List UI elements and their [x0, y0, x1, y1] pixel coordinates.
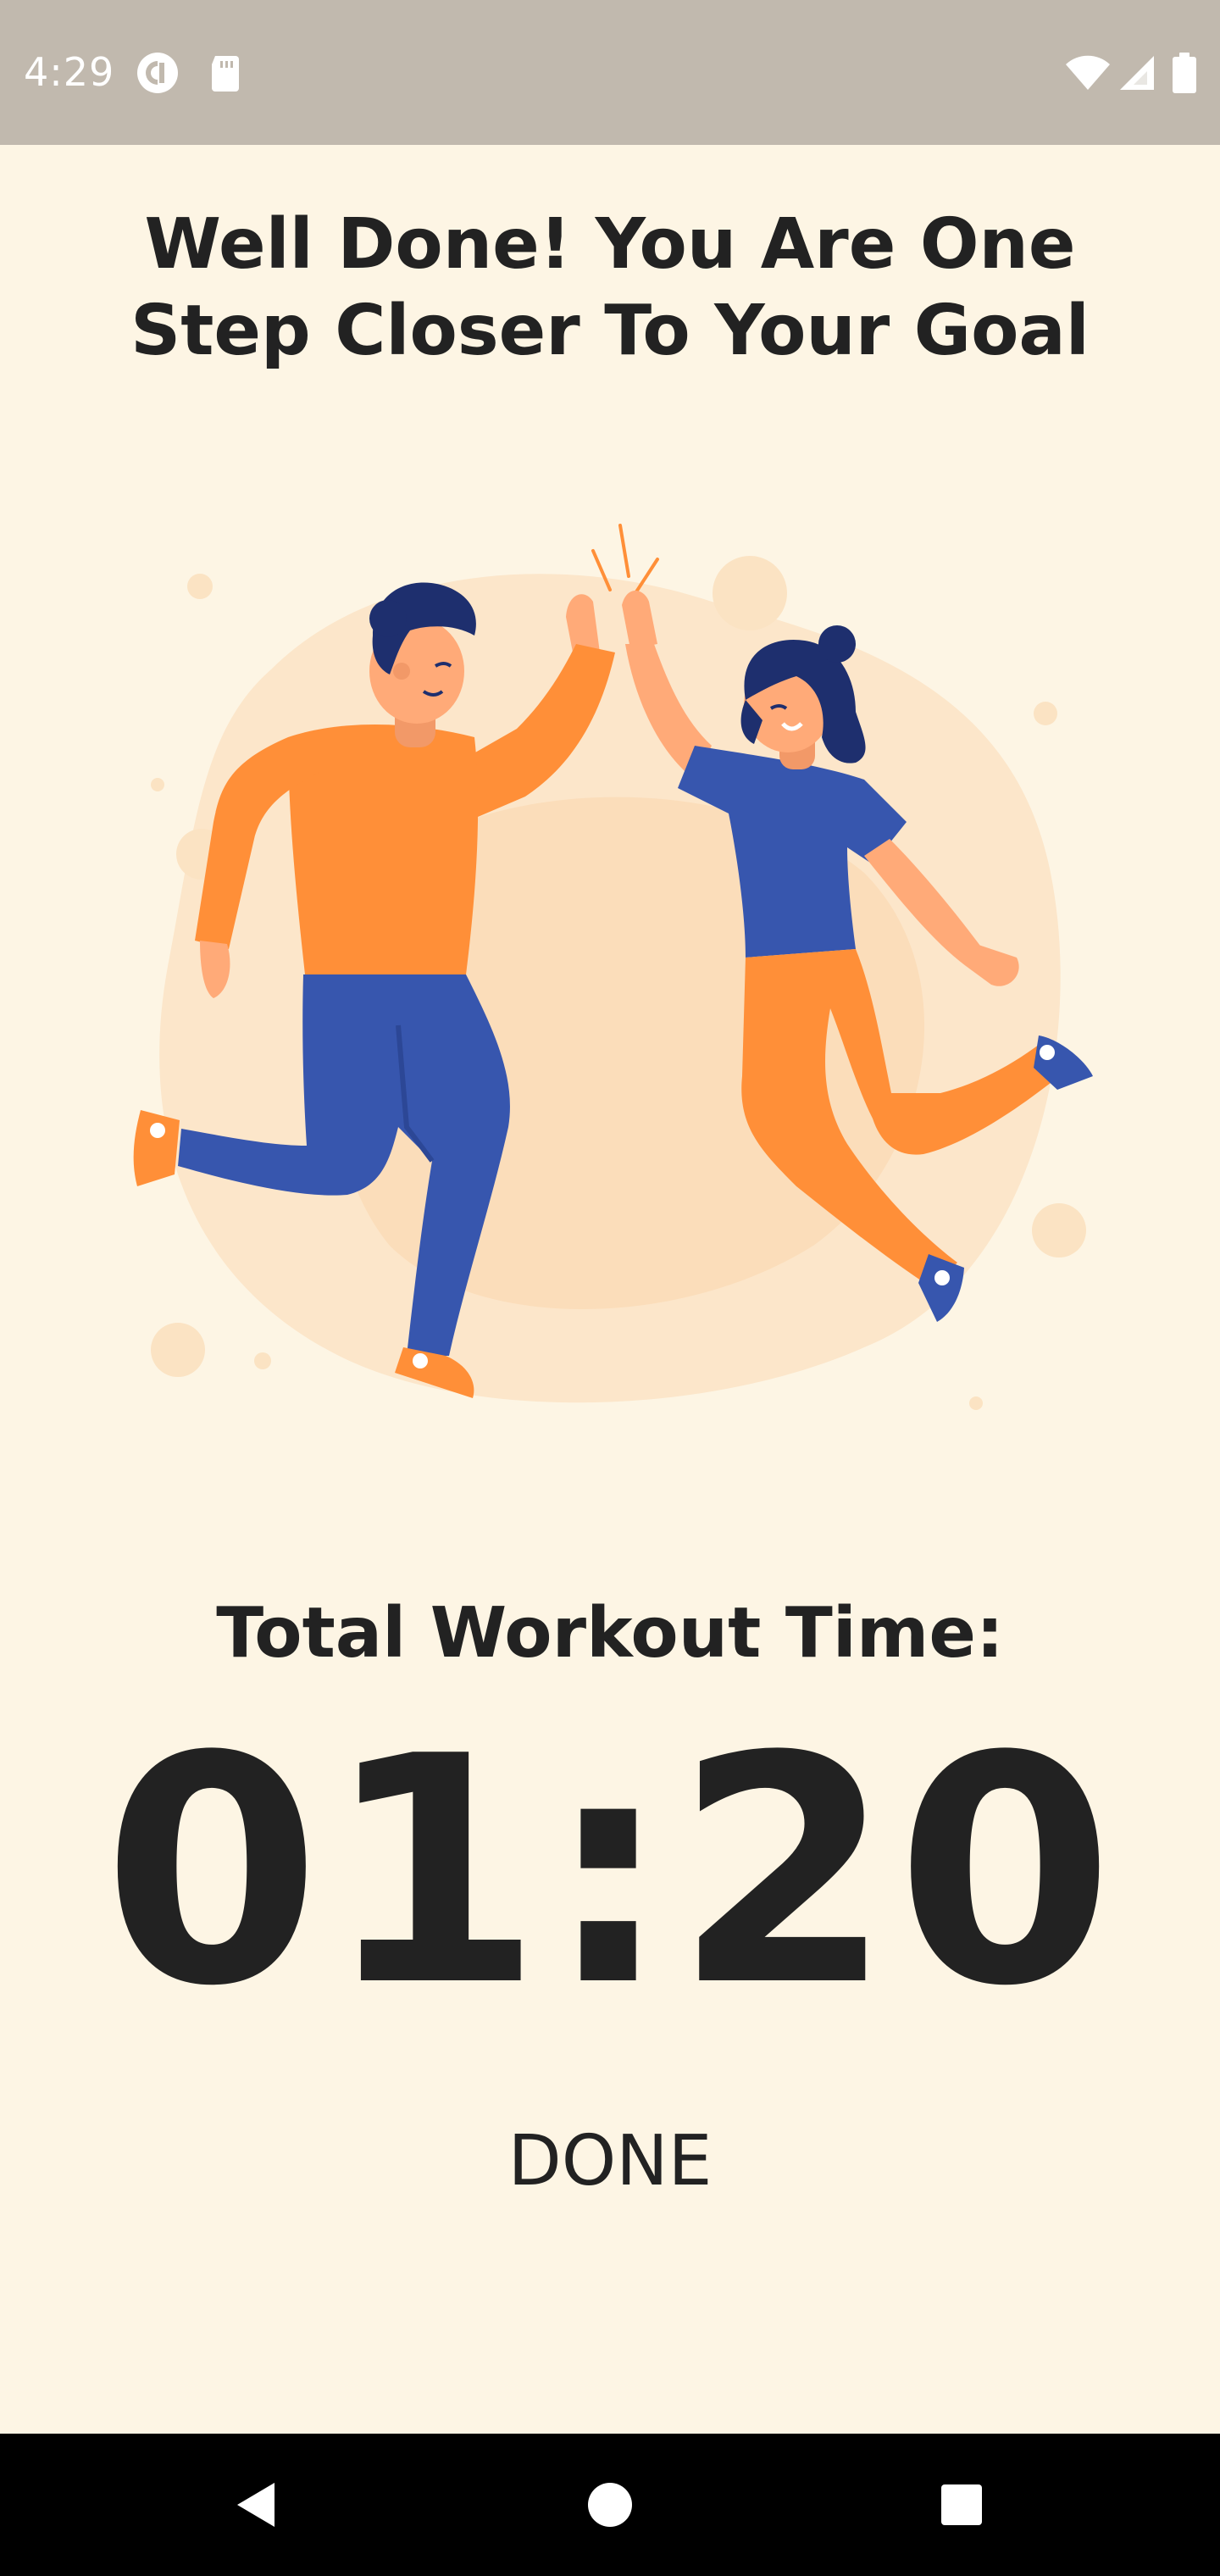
- pocket-casts-icon: [137, 53, 178, 93]
- battery-icon: [1173, 53, 1196, 93]
- workout-complete-screen: 4:29 Well Done! You Are One Step Closer …: [0, 0, 1220, 2576]
- status-bar: 4:29: [0, 0, 1220, 145]
- two-people-high-five-illustration: [133, 524, 1093, 1410]
- cellular-signal-icon: [1120, 56, 1154, 90]
- done-button[interactable]: DONE: [398, 2097, 822, 2224]
- total-workout-time-label: Total Workout Time:: [216, 1593, 1004, 1674]
- wifi-icon: [1066, 55, 1110, 90]
- sd-card-icon: [212, 56, 239, 92]
- back-icon[interactable]: [212, 2462, 297, 2547]
- home-icon[interactable]: [568, 2462, 652, 2547]
- page-title: Well Done! You Are One Step Closer To Yo…: [130, 204, 1090, 371]
- navigation-bar: [0, 2434, 1220, 2576]
- workout-time-value: 01:20: [103, 1690, 1117, 2055]
- recents-icon[interactable]: [919, 2462, 1004, 2547]
- status-time: 4:29: [24, 49, 115, 95]
